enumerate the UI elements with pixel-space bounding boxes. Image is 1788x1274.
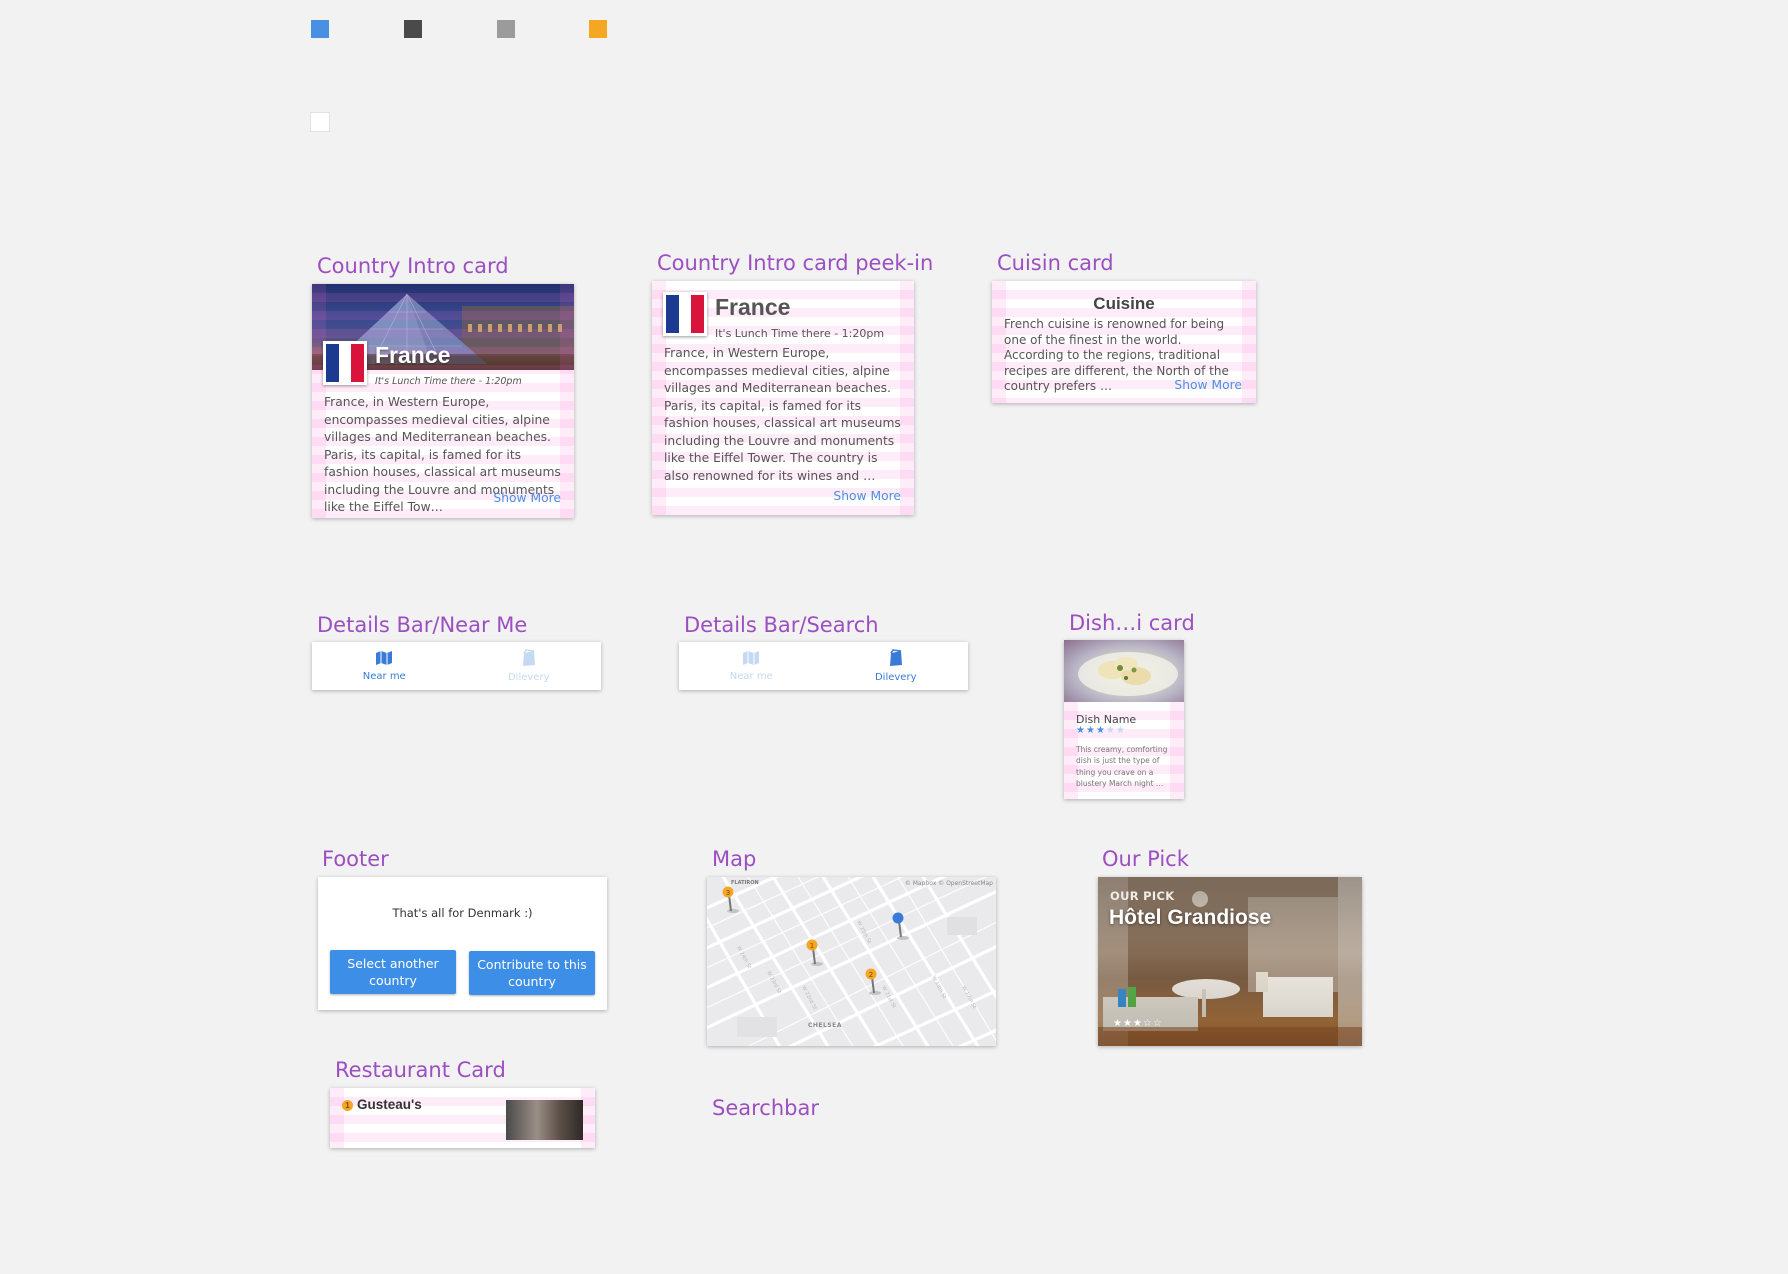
select-another-country-button[interactable]: Select another country <box>330 950 456 994</box>
local-time-text: It's Lunch Time there - 1:20pm <box>715 327 885 340</box>
star-filled-icon: ★ <box>1113 1018 1123 1029</box>
local-time-text: It's Lunch Time there - 1:20pm <box>375 376 522 387</box>
hotel-title: Hôtel Grandiose <box>1109 906 1272 929</box>
restaurant-number-badge: 1 <box>342 1100 353 1111</box>
show-more-link[interactable]: Show More <box>1174 378 1242 392</box>
artboard-label-details-near[interactable]: Details Bar/Near Me <box>317 613 527 637</box>
our-pick-card[interactable]: OUR PICK Hôtel Grandiose ★★★☆☆ <box>1098 877 1362 1046</box>
tab-near-me-label: Near me <box>362 671 406 682</box>
restaurant-name: Gusteau's <box>357 1097 422 1112</box>
star-empty-icon: ★ <box>1105 725 1116 736</box>
show-more-link[interactable]: Show More <box>833 489 901 503</box>
country-title: France <box>375 342 451 368</box>
tab-near-me[interactable]: Near me <box>679 642 824 690</box>
tab-delivery-label: Dilevery <box>874 672 917 683</box>
country-intro-card: France It's Lunch Time there - 1:20pm Fr… <box>312 284 574 518</box>
star-filled-icon: ★ <box>1085 725 1096 736</box>
country-title: France <box>715 294 791 320</box>
map-view[interactable]: W 24th St W 23rd St W 22nd St W 25th St … <box>707 877 996 1046</box>
svg-text:3: 3 <box>726 889 730 897</box>
france-flag-icon <box>663 292 707 336</box>
dish-rating: ★★★★★ <box>1076 725 1126 736</box>
map-attribution[interactable]: © Mapbox © OpenStreetMap <box>905 880 993 887</box>
footer-card: That's all for Denmark :) Select another… <box>318 877 607 1010</box>
hotel-rating: ★★★☆☆ <box>1113 1018 1163 1029</box>
dish-description: This creamy, comforting dish is just the… <box>1076 745 1168 788</box>
details-bar-search: Near me Dilevery <box>679 642 968 690</box>
artboard-label-searchbar[interactable]: Searchbar <box>712 1096 819 1120</box>
our-pick-eyebrow: OUR PICK <box>1110 889 1175 903</box>
swatch-white <box>311 113 329 131</box>
artboard-label-map[interactable]: Map <box>712 847 756 871</box>
delivery-bag-icon <box>889 649 902 666</box>
swatch-orange <box>589 20 607 38</box>
dish-image <box>1064 640 1184 702</box>
dish-card: Dish Name ★★★★★ This creamy, comforting … <box>1064 640 1184 799</box>
footer-message: That's all for Denmark :) <box>392 906 533 920</box>
star-empty-icon: ★ <box>1115 725 1126 736</box>
artboard-label-footer[interactable]: Footer <box>322 847 389 871</box>
map-icon <box>743 651 760 665</box>
tab-delivery-label: Dilevery <box>507 672 550 683</box>
tab-delivery[interactable]: Dilevery <box>824 642 969 690</box>
cuisine-title: Cuisine <box>1093 294 1155 313</box>
star-filled-icon: ★ <box>1122 1018 1133 1029</box>
star-filled-icon: ★ <box>1095 725 1106 736</box>
country-description: France, in Western Europe, encompasses m… <box>664 346 901 483</box>
svg-text:2: 2 <box>869 971 873 979</box>
restaurant-image <box>506 1100 583 1140</box>
show-more-link[interactable]: Show More <box>493 491 561 505</box>
cuisine-card: Cuisine French cuisine is renowned for b… <box>992 281 1256 403</box>
swatch-blue <box>311 20 329 38</box>
france-flag-icon <box>323 341 367 385</box>
artboard-label-details-search[interactable]: Details Bar/Search <box>684 613 879 637</box>
artboard-label-restaurant[interactable]: Restaurant Card <box>335 1058 506 1082</box>
delivery-bag-icon <box>522 649 535 666</box>
star-filled-icon: ★ <box>1076 725 1086 736</box>
star-empty-icon: ☆ <box>1152 1018 1163 1029</box>
svg-text:1: 1 <box>810 942 814 950</box>
svg-text:W 24th St: W 24th St <box>735 945 752 970</box>
tab-near-me[interactable]: Near me <box>312 642 457 690</box>
svg-text:W 18th St: W 18th St <box>930 975 947 1000</box>
star-filled-icon: ★ <box>1132 1018 1143 1029</box>
street-map: W 24th St W 23rd St W 22nd St W 25th St … <box>707 877 996 1046</box>
contribute-button[interactable]: Contribute to this country <box>469 951 595 995</box>
map-label-chelsea: CHELSEA <box>808 1022 842 1029</box>
star-empty-icon: ☆ <box>1142 1018 1153 1029</box>
artboard-label-country-intro[interactable]: Country Intro card <box>317 254 509 278</box>
swatch-dark-gray <box>404 20 422 38</box>
map-icon <box>376 651 393 665</box>
artboard-label-cuisine[interactable]: Cuisin card <box>997 251 1114 275</box>
artboard-label-our-pick[interactable]: Our Pick <box>1102 847 1189 871</box>
artboard-label-country-intro-peek[interactable]: Country Intro card peek-in <box>657 251 933 275</box>
country-intro-peek-card: France It's Lunch Time there - 1:20pm Fr… <box>652 281 914 515</box>
tab-near-me-label: Near me <box>729 671 773 682</box>
restaurant-card[interactable]: 1 Gusteau's <box>330 1088 595 1148</box>
swatch-gray <box>497 20 515 38</box>
map-label-flatiron: FLATIRON <box>731 880 759 886</box>
details-bar-near-me: Near me Dilevery <box>312 642 601 690</box>
tab-delivery[interactable]: Dilevery <box>457 642 602 690</box>
artboard-label-dish[interactable]: Dish…i card <box>1069 611 1195 635</box>
